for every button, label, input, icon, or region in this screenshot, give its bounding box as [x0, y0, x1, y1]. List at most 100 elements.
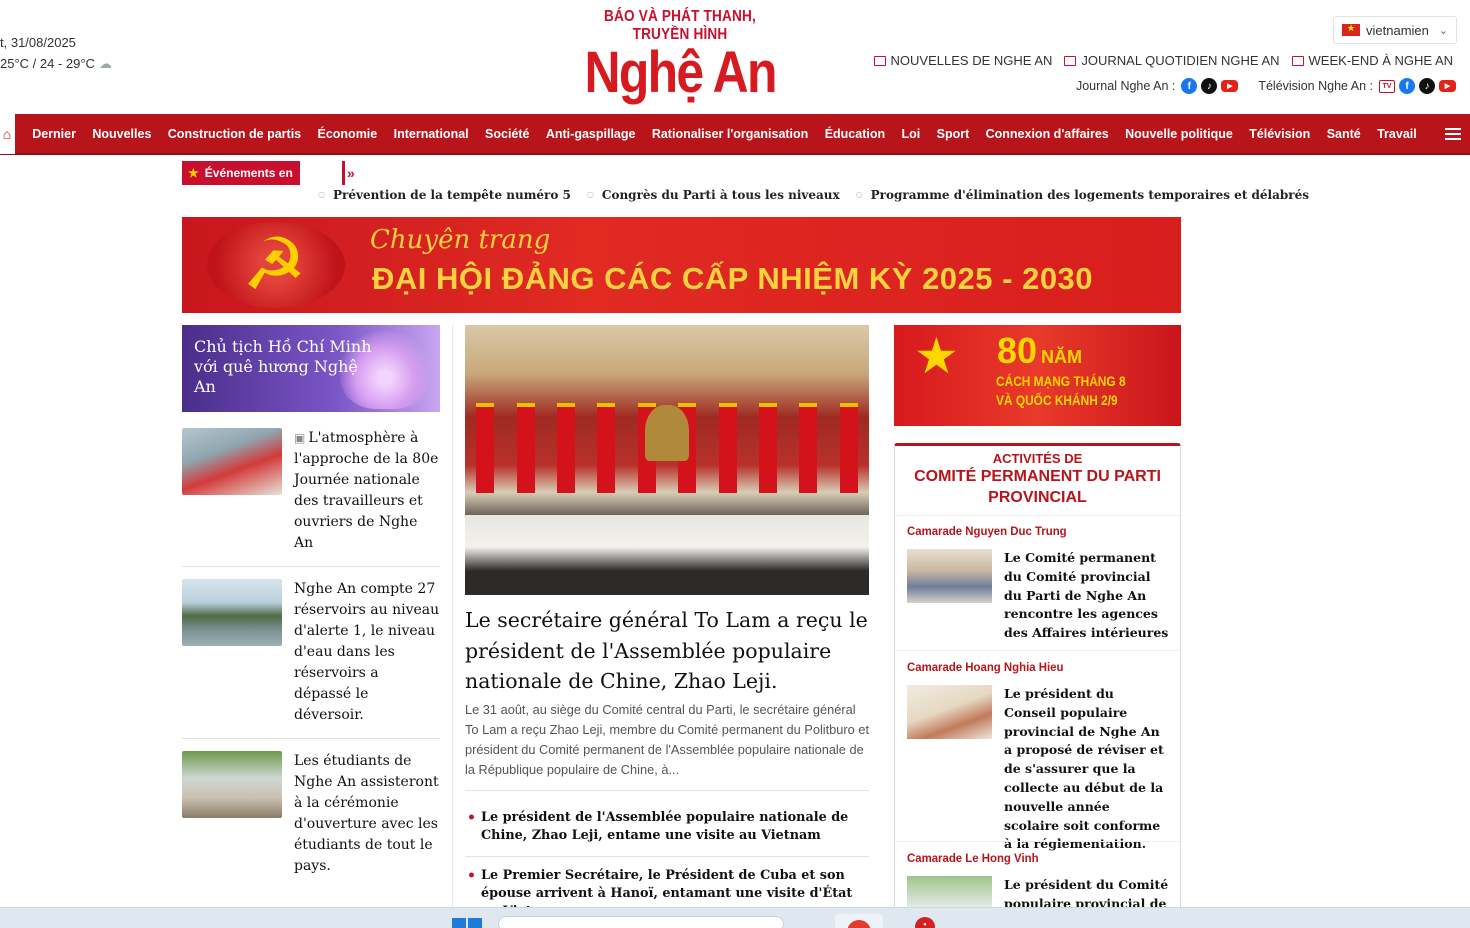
taskbar-app-icon[interactable]	[835, 914, 883, 928]
banner-line1: Chuyên trang	[370, 225, 551, 255]
chevron-down-icon: ⌄	[1438, 24, 1448, 37]
activity-item[interactable]: Camarade Le Hong Vinh Le président du Co…	[907, 851, 1169, 912]
star-icon: ★	[914, 328, 959, 384]
nav-item-sante[interactable]: Santé	[1319, 127, 1369, 141]
star-icon: ★	[188, 166, 199, 180]
column-divider	[452, 325, 453, 915]
divider	[465, 790, 869, 791]
nav-item-anti-gaspillage[interactable]: Anti-gaspillage	[538, 127, 644, 141]
activity-title: Le président du Conseil populaire provin…	[1004, 686, 1164, 852]
nav-item-dernier[interactable]: Dernier	[24, 127, 84, 141]
site-logo[interactable]: BÁO VÀ PHÁT THANH, TRUYỀN HÌNH Nghệ An	[560, 8, 800, 104]
top-links: NOUVELLES DE NGHE AN JOURNAL QUOTIDIEN N…	[873, 53, 1453, 68]
news-title: ▣ L'atmosphère à l'approche de la 80e Jou…	[294, 430, 439, 551]
anniversary-banner[interactable]: ★ 80 NĂM CÁCH MẠNG THÁNG 8 VÀ QUỐC KHÁNH 2…	[894, 325, 1181, 426]
nav-item-construction[interactable]: Construction de partis	[160, 127, 310, 141]
nav-item-television[interactable]: Télévision	[1241, 127, 1319, 141]
news-thumbnail	[182, 751, 282, 818]
bust-statue	[645, 405, 689, 461]
events-badge-label: Événements en	[204, 166, 293, 180]
related-article-link[interactable]: Le président de l'Assemblée populaire na…	[465, 809, 869, 845]
activity-thumbnail	[907, 685, 992, 739]
os-taskbar: •	[0, 907, 1470, 928]
top-link-journal[interactable]: JOURNAL QUOTIDIEN NGHE AN	[1064, 53, 1280, 68]
activity-thumbnail	[907, 549, 992, 603]
events-bar: ★ Événements en »	[182, 161, 355, 185]
news-title: Nghe An compte 27 réservoirs au niveau d…	[294, 581, 440, 723]
list-item[interactable]: Nghe An compte 27 réservoirs au niveau d…	[182, 579, 440, 726]
menu-icon[interactable]	[1444, 127, 1461, 140]
promo-text: Chủ tịch Hồ Chí Minh với quê hương Nghệ …	[194, 337, 372, 396]
news-thumbnail	[182, 579, 282, 646]
date-weather: t, 31/08/2025 25°C / 24 - 29°C ☁	[0, 32, 112, 74]
divider	[465, 856, 869, 857]
news-thumbnail	[182, 428, 282, 495]
nav-item-sport[interactable]: Sport	[928, 127, 977, 141]
activity-item[interactable]: Camarade Hoang Nghia Hieu Le président d…	[907, 660, 1169, 854]
taskbar-search[interactable]	[498, 916, 784, 928]
box-heading-small: ACTIVITÉS DE	[992, 451, 1083, 466]
language-selector[interactable]: vietnamien ⌄	[1333, 16, 1457, 44]
current-date: t, 31/08/2025	[0, 35, 76, 50]
event-link[interactable]: Programme d'élimination des logements te…	[856, 188, 1309, 202]
banner-line2: ĐẠI HỘI ĐẢNG CÁC CẤP NHIỆM KỲ 2025 - 203…	[372, 261, 1094, 296]
top-link-label: NOUVELLES DE NGHE AN	[890, 53, 1053, 68]
cloud-icon: ☁	[98, 56, 112, 71]
official-name[interactable]: Camarade Le Hong Vinh	[907, 851, 1156, 865]
nav-item-travail[interactable]: Travail	[1369, 127, 1425, 141]
nav-item-international[interactable]: International	[385, 127, 476, 141]
ho-chi-minh-promo[interactable]: Chủ tịch Hồ Chí Minh với quê hương Nghệ …	[182, 325, 440, 412]
social-links: Journal Nghe An : f ♪ ▶ Télévision Nghe …	[1076, 78, 1456, 94]
nav-item-societe[interactable]: Société	[477, 127, 538, 141]
windows-start-icon[interactable]	[452, 918, 482, 928]
site-header: t, 31/08/2025 25°C / 24 - 29°C ☁ BÁO VÀ P…	[0, 0, 1470, 114]
tiktok-icon[interactable]: ♪	[1419, 78, 1435, 94]
list-item[interactable]: Les étudiants de Nghe An assisteront à l…	[182, 751, 440, 877]
logo-subtitle: BÁO VÀ PHÁT THANH, TRUYỀN HÌNH	[604, 8, 756, 43]
main-article-title[interactable]: Le secrétaire général To Lam a reçu le p…	[465, 605, 869, 697]
nav-item-economie[interactable]: Économie	[309, 127, 385, 141]
news-title: Les étudiants de Nghe An assisteront à l…	[294, 753, 439, 874]
activity-item[interactable]: Camarade Nguyen Duc Trung Le Comité perm…	[907, 524, 1169, 643]
calendar-icon	[873, 55, 886, 66]
hammer-sickle-icon: ☭	[242, 225, 307, 305]
vietnam-flag-icon	[1342, 23, 1360, 36]
list-item[interactable]: ▣ L'atmosphère à l'approche de la 80e Jou…	[182, 428, 440, 554]
anniversary-text: CÁCH MẠNG THÁNG 8 VÀ QUỐC KHÁNH 2/9	[996, 373, 1126, 408]
event-links: Prévention de la tempête numéro 5 Congrè…	[318, 188, 1309, 202]
main-article-image[interactable]	[465, 325, 869, 595]
official-name[interactable]: Camarade Nguyen Duc Trung	[907, 524, 1156, 538]
anniversary-number: 80 NĂM	[997, 330, 1083, 371]
nav-item-rationaliser[interactable]: Rationaliser l'organisation	[644, 127, 817, 141]
tiktok-icon[interactable]: ♪	[1201, 78, 1218, 94]
facebook-icon[interactable]: f	[1399, 78, 1415, 94]
main-nav: ⌂ Dernier Nouvelles Construction de part…	[0, 113, 1470, 155]
facebook-icon[interactable]: f	[1181, 78, 1198, 94]
double-chevron-right-icon[interactable]: »	[342, 161, 355, 185]
nav-item-nouvelles[interactable]: Nouvelles	[84, 127, 159, 141]
box-header: ACTIVITÉS DE COMITÉ PERMANENT DU PARTI P…	[895, 446, 1180, 516]
tv-icon[interactable]: TV	[1379, 79, 1395, 93]
divider	[182, 566, 440, 567]
party-congress-banner[interactable]: ☭ Chuyên trang ĐẠI HỘI ĐẢNG CÁC CẤP NHIỆ…	[182, 217, 1181, 313]
nav-list: Dernier Nouvelles Construction de partis…	[24, 127, 1425, 141]
top-link-nouvelles[interactable]: NOUVELLES DE NGHE AN	[873, 53, 1053, 68]
activity-title: Le Comité permanent du Comité provincial…	[1004, 550, 1169, 641]
event-link[interactable]: Congrès du Parti à tous les niveaux	[587, 188, 840, 202]
nav-item-loi[interactable]: Loi	[893, 127, 928, 141]
top-link-label: WEEK-END À NGHE AN	[1308, 53, 1453, 68]
newspaper-icon	[1291, 55, 1304, 66]
top-link-weekend[interactable]: WEEK-END À NGHE AN	[1291, 53, 1453, 68]
nav-item-education[interactable]: Éducation	[817, 127, 894, 141]
language-label: vietnamien	[1366, 22, 1429, 38]
taskbar-notification-icon[interactable]: •	[915, 917, 935, 928]
events-badge: ★ Événements en	[182, 161, 300, 185]
youtube-icon[interactable]: ▶	[1439, 80, 1456, 92]
nav-item-connexion[interactable]: Connexion d'affaires	[977, 127, 1117, 141]
official-name[interactable]: Camarade Hoang Nghia Hieu	[907, 660, 1156, 674]
home-icon[interactable]: ⌂	[0, 113, 15, 154]
youtube-icon[interactable]: ▶	[1221, 80, 1239, 92]
box-heading: COMITÉ PERMANENT DU PARTI PROVINCIAL	[914, 468, 1161, 506]
nav-item-nouvelle-politique[interactable]: Nouvelle politique	[1117, 127, 1241, 141]
event-link[interactable]: Prévention de la tempête numéro 5	[318, 188, 571, 202]
